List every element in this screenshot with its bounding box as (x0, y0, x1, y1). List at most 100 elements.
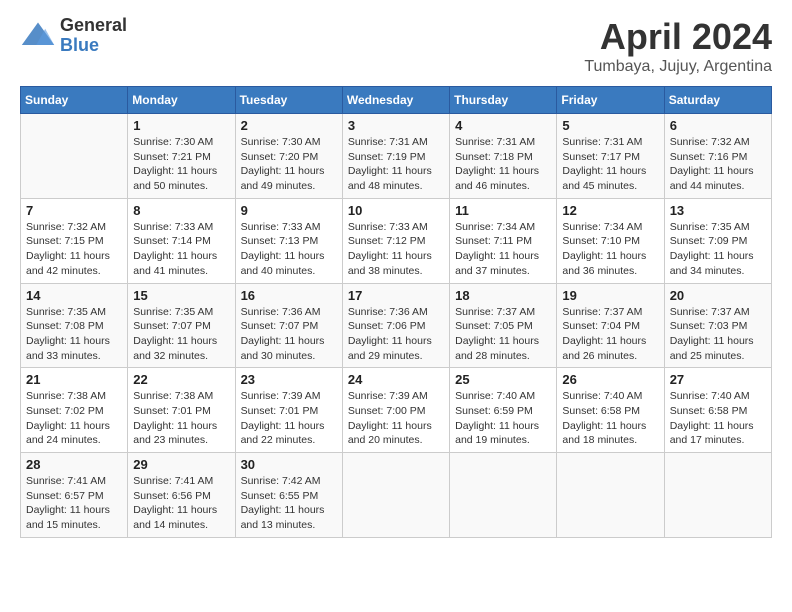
cell-info: Sunrise: 7:42 AMSunset: 6:55 PMDaylight:… (241, 474, 337, 533)
day-header-monday: Monday (128, 87, 235, 114)
calendar-cell: 23 Sunrise: 7:39 AMSunset: 7:01 PMDaylig… (235, 368, 342, 453)
calendar-cell: 8 Sunrise: 7:33 AMSunset: 7:14 PMDayligh… (128, 198, 235, 283)
cell-info: Sunrise: 7:31 AMSunset: 7:17 PMDaylight:… (562, 135, 658, 194)
week-row-2: 14 Sunrise: 7:35 AMSunset: 7:08 PMDaylig… (21, 283, 772, 368)
cell-day-number: 16 (241, 288, 337, 303)
calendar-cell: 12 Sunrise: 7:34 AMSunset: 7:10 PMDaylig… (557, 198, 664, 283)
cell-info: Sunrise: 7:41 AMSunset: 6:57 PMDaylight:… (26, 474, 122, 533)
logo-blue-text: Blue (60, 36, 127, 56)
cell-info: Sunrise: 7:30 AMSunset: 7:21 PMDaylight:… (133, 135, 229, 194)
week-row-0: 1 Sunrise: 7:30 AMSunset: 7:21 PMDayligh… (21, 114, 772, 199)
cell-day-number: 7 (26, 203, 122, 218)
cell-day-number: 2 (241, 118, 337, 133)
cell-info: Sunrise: 7:39 AMSunset: 7:00 PMDaylight:… (348, 389, 444, 448)
cell-info: Sunrise: 7:40 AMSunset: 6:58 PMDaylight:… (562, 389, 658, 448)
cell-day-number: 30 (241, 457, 337, 472)
cell-info: Sunrise: 7:33 AMSunset: 7:12 PMDaylight:… (348, 220, 444, 279)
calendar-cell: 15 Sunrise: 7:35 AMSunset: 7:07 PMDaylig… (128, 283, 235, 368)
cell-info: Sunrise: 7:37 AMSunset: 7:05 PMDaylight:… (455, 305, 551, 364)
calendar-cell: 30 Sunrise: 7:42 AMSunset: 6:55 PMDaylig… (235, 453, 342, 538)
cell-info: Sunrise: 7:40 AMSunset: 6:59 PMDaylight:… (455, 389, 551, 448)
day-header-wednesday: Wednesday (342, 87, 449, 114)
cell-info: Sunrise: 7:31 AMSunset: 7:18 PMDaylight:… (455, 135, 551, 194)
day-header-tuesday: Tuesday (235, 87, 342, 114)
cell-day-number: 1 (133, 118, 229, 133)
calendar-cell: 20 Sunrise: 7:37 AMSunset: 7:03 PMDaylig… (664, 283, 771, 368)
title-area: April 2024 Tumbaya, Jujuy, Argentina (584, 16, 772, 76)
cell-day-number: 9 (241, 203, 337, 218)
cell-info: Sunrise: 7:36 AMSunset: 7:06 PMDaylight:… (348, 305, 444, 364)
calendar-cell: 3 Sunrise: 7:31 AMSunset: 7:19 PMDayligh… (342, 114, 449, 199)
cell-info: Sunrise: 7:39 AMSunset: 7:01 PMDaylight:… (241, 389, 337, 448)
month-title: April 2024 (584, 16, 772, 58)
location-title: Tumbaya, Jujuy, Argentina (584, 58, 772, 76)
calendar-cell (557, 453, 664, 538)
calendar-cell: 17 Sunrise: 7:36 AMSunset: 7:06 PMDaylig… (342, 283, 449, 368)
calendar-table: SundayMondayTuesdayWednesdayThursdayFrid… (20, 86, 772, 538)
cell-info: Sunrise: 7:35 AMSunset: 7:07 PMDaylight:… (133, 305, 229, 364)
calendar-cell: 11 Sunrise: 7:34 AMSunset: 7:11 PMDaylig… (450, 198, 557, 283)
cell-day-number: 22 (133, 372, 229, 387)
cell-day-number: 18 (455, 288, 551, 303)
cell-day-number: 25 (455, 372, 551, 387)
logo-icon (20, 18, 56, 54)
cell-info: Sunrise: 7:40 AMSunset: 6:58 PMDaylight:… (670, 389, 766, 448)
cell-day-number: 15 (133, 288, 229, 303)
header-row: SundayMondayTuesdayWednesdayThursdayFrid… (21, 87, 772, 114)
week-row-4: 28 Sunrise: 7:41 AMSunset: 6:57 PMDaylig… (21, 453, 772, 538)
cell-day-number: 6 (670, 118, 766, 133)
day-header-sunday: Sunday (21, 87, 128, 114)
cell-info: Sunrise: 7:30 AMSunset: 7:20 PMDaylight:… (241, 135, 337, 194)
calendar-cell (342, 453, 449, 538)
day-header-thursday: Thursday (450, 87, 557, 114)
cell-day-number: 10 (348, 203, 444, 218)
cell-day-number: 19 (562, 288, 658, 303)
cell-info: Sunrise: 7:41 AMSunset: 6:56 PMDaylight:… (133, 474, 229, 533)
cell-info: Sunrise: 7:38 AMSunset: 7:01 PMDaylight:… (133, 389, 229, 448)
day-header-friday: Friday (557, 87, 664, 114)
calendar-cell: 4 Sunrise: 7:31 AMSunset: 7:18 PMDayligh… (450, 114, 557, 199)
cell-day-number: 27 (670, 372, 766, 387)
cell-info: Sunrise: 7:35 AMSunset: 7:09 PMDaylight:… (670, 220, 766, 279)
calendar-cell: 13 Sunrise: 7:35 AMSunset: 7:09 PMDaylig… (664, 198, 771, 283)
cell-day-number: 11 (455, 203, 551, 218)
header: General Blue April 2024 Tumbaya, Jujuy, … (20, 16, 772, 76)
logo-general-text: General (60, 16, 127, 36)
cell-day-number: 14 (26, 288, 122, 303)
logo: General Blue (20, 16, 127, 56)
cell-info: Sunrise: 7:32 AMSunset: 7:15 PMDaylight:… (26, 220, 122, 279)
calendar-cell: 29 Sunrise: 7:41 AMSunset: 6:56 PMDaylig… (128, 453, 235, 538)
calendar-cell (664, 453, 771, 538)
calendar-cell: 25 Sunrise: 7:40 AMSunset: 6:59 PMDaylig… (450, 368, 557, 453)
week-row-1: 7 Sunrise: 7:32 AMSunset: 7:15 PMDayligh… (21, 198, 772, 283)
calendar-cell: 5 Sunrise: 7:31 AMSunset: 7:17 PMDayligh… (557, 114, 664, 199)
calendar-cell: 14 Sunrise: 7:35 AMSunset: 7:08 PMDaylig… (21, 283, 128, 368)
cell-day-number: 21 (26, 372, 122, 387)
calendar-cell: 2 Sunrise: 7:30 AMSunset: 7:20 PMDayligh… (235, 114, 342, 199)
calendar-cell: 7 Sunrise: 7:32 AMSunset: 7:15 PMDayligh… (21, 198, 128, 283)
calendar-cell: 10 Sunrise: 7:33 AMSunset: 7:12 PMDaylig… (342, 198, 449, 283)
cell-info: Sunrise: 7:31 AMSunset: 7:19 PMDaylight:… (348, 135, 444, 194)
calendar-cell (21, 114, 128, 199)
cell-day-number: 3 (348, 118, 444, 133)
day-header-saturday: Saturday (664, 87, 771, 114)
cell-day-number: 28 (26, 457, 122, 472)
cell-day-number: 12 (562, 203, 658, 218)
cell-info: Sunrise: 7:35 AMSunset: 7:08 PMDaylight:… (26, 305, 122, 364)
calendar-cell: 28 Sunrise: 7:41 AMSunset: 6:57 PMDaylig… (21, 453, 128, 538)
cell-day-number: 5 (562, 118, 658, 133)
cell-day-number: 4 (455, 118, 551, 133)
cell-info: Sunrise: 7:36 AMSunset: 7:07 PMDaylight:… (241, 305, 337, 364)
cell-day-number: 8 (133, 203, 229, 218)
cell-day-number: 20 (670, 288, 766, 303)
calendar-cell: 24 Sunrise: 7:39 AMSunset: 7:00 PMDaylig… (342, 368, 449, 453)
cell-info: Sunrise: 7:33 AMSunset: 7:13 PMDaylight:… (241, 220, 337, 279)
calendar-cell: 22 Sunrise: 7:38 AMSunset: 7:01 PMDaylig… (128, 368, 235, 453)
cell-day-number: 23 (241, 372, 337, 387)
calendar-cell: 26 Sunrise: 7:40 AMSunset: 6:58 PMDaylig… (557, 368, 664, 453)
cell-day-number: 29 (133, 457, 229, 472)
calendar-cell: 9 Sunrise: 7:33 AMSunset: 7:13 PMDayligh… (235, 198, 342, 283)
cell-day-number: 17 (348, 288, 444, 303)
cell-info: Sunrise: 7:38 AMSunset: 7:02 PMDaylight:… (26, 389, 122, 448)
calendar-cell: 27 Sunrise: 7:40 AMSunset: 6:58 PMDaylig… (664, 368, 771, 453)
